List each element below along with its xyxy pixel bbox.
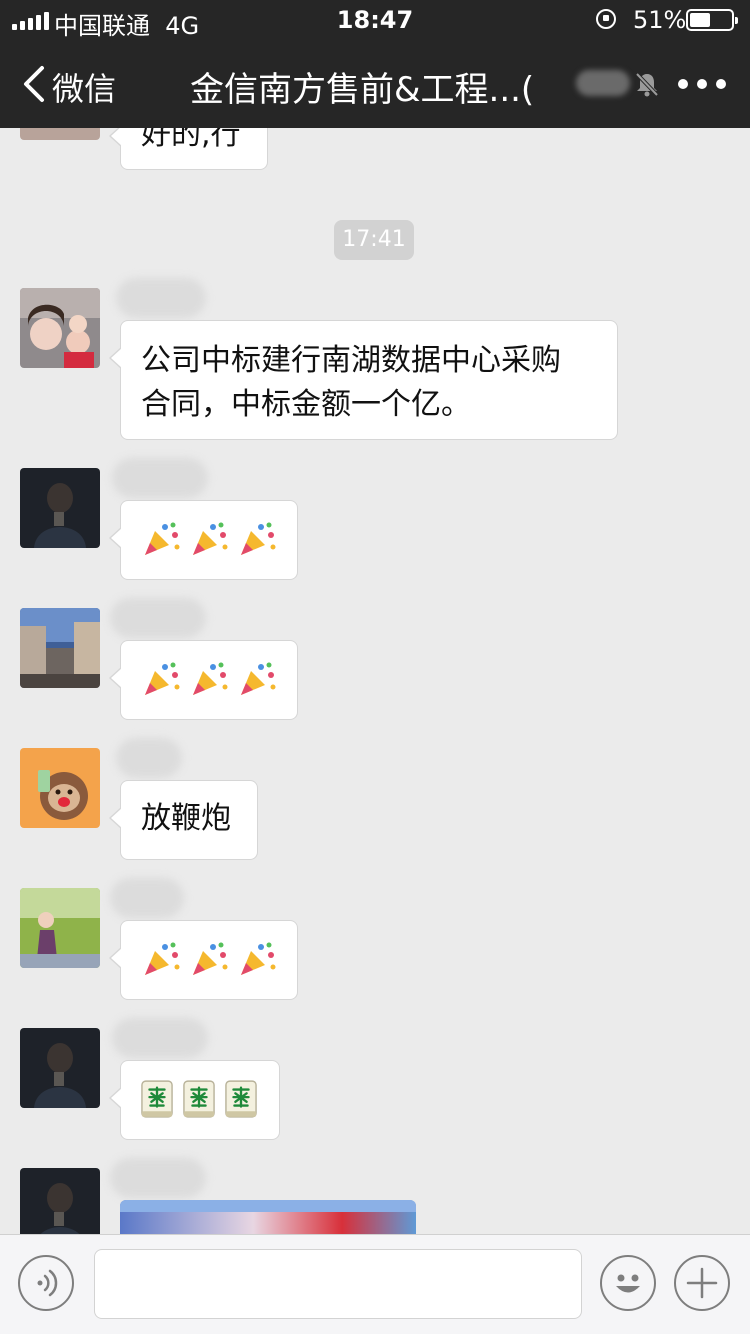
message-text: 好的,行: [141, 128, 241, 152]
plus-icon: [686, 1267, 718, 1299]
message-text: 放鞭炮: [141, 801, 231, 836]
emoji-row: [141, 657, 277, 701]
avatar[interactable]: [20, 128, 100, 140]
more-button[interactable]: [678, 74, 726, 94]
message-bubble[interactable]: 好的,行: [109, 128, 268, 170]
emoji-row: [141, 517, 277, 561]
mahjong-fa-icon: [225, 1080, 257, 1118]
sender-name-redacted: [110, 598, 206, 638]
title-redacted: [576, 70, 630, 96]
sender-name-redacted: [116, 278, 206, 318]
timestamp: 17:41: [334, 220, 414, 260]
battery-percent: 51%: [633, 6, 687, 34]
party-popper-icon: [241, 942, 276, 975]
party-popper-icon: [145, 942, 180, 975]
avatar[interactable]: [20, 748, 100, 828]
emoji-row: [141, 1077, 259, 1121]
party-popper-icon: [241, 522, 276, 555]
mahjong-fa-icon: [183, 1080, 215, 1118]
message-bubble[interactable]: [109, 920, 298, 1000]
image-message[interactable]: [120, 1200, 416, 1234]
sender-name-redacted: [112, 458, 208, 498]
party-popper-icon: [193, 942, 228, 975]
emoji-icon: [616, 1274, 640, 1293]
sender-name-redacted: [112, 1018, 208, 1058]
emoji-button[interactable]: [600, 1255, 656, 1311]
message-bubble[interactable]: [109, 1060, 280, 1140]
party-popper-icon: [241, 662, 276, 695]
voice-icon: [37, 1269, 58, 1297]
message-text-line: 合同，中标金额一个亿。: [141, 387, 471, 422]
avatar[interactable]: [20, 1028, 100, 1108]
avatar[interactable]: [20, 1168, 100, 1234]
message-bubble[interactable]: [109, 500, 298, 580]
mute-bell-icon: [635, 72, 659, 97]
message-input[interactable]: [94, 1249, 582, 1319]
more-icon: [678, 79, 688, 89]
chat-title: 金信南方售前&工程...(: [190, 70, 535, 110]
chat-header: 微信 金信南方售前&工程...(: [0, 40, 750, 128]
more-functions-button[interactable]: [674, 1255, 730, 1311]
party-popper-icon: [145, 662, 180, 695]
battery-icon: [686, 9, 738, 31]
input-bar: [0, 1234, 750, 1334]
status-bar: 中国联通 4G 18:47 51%: [0, 0, 750, 40]
message-text-line: 公司中标建行南湖数据中心采购: [141, 343, 561, 378]
message-bubble[interactable]: 公司中标建行南湖数据中心采购 合同，中标金额一个亿。: [109, 320, 618, 440]
party-popper-icon: [193, 662, 228, 695]
back-label: 微信: [52, 70, 117, 108]
mahjong-fa-icon: [141, 1080, 173, 1118]
voice-button[interactable]: [18, 1255, 74, 1311]
sender-name-redacted: [116, 738, 182, 778]
message-bubble[interactable]: [109, 640, 298, 720]
avatar[interactable]: [20, 608, 100, 688]
chat-area[interactable]: 好的,行 17:41 公司中标建行南湖数据中心采购 合同，中标金额一个亿。 放鞭…: [0, 128, 750, 1234]
sender-name-redacted: [110, 1158, 206, 1198]
avatar[interactable]: [20, 288, 100, 368]
avatar[interactable]: [20, 888, 100, 968]
image-thumbnail: [120, 1200, 416, 1234]
avatar[interactable]: [20, 468, 100, 548]
message-bubble[interactable]: 放鞭炮: [109, 780, 258, 860]
screen-lock-icon: [596, 9, 616, 29]
sender-name-redacted: [110, 878, 184, 918]
party-popper-icon: [145, 522, 180, 555]
emoji-row: [141, 937, 277, 981]
party-popper-icon: [193, 522, 228, 555]
